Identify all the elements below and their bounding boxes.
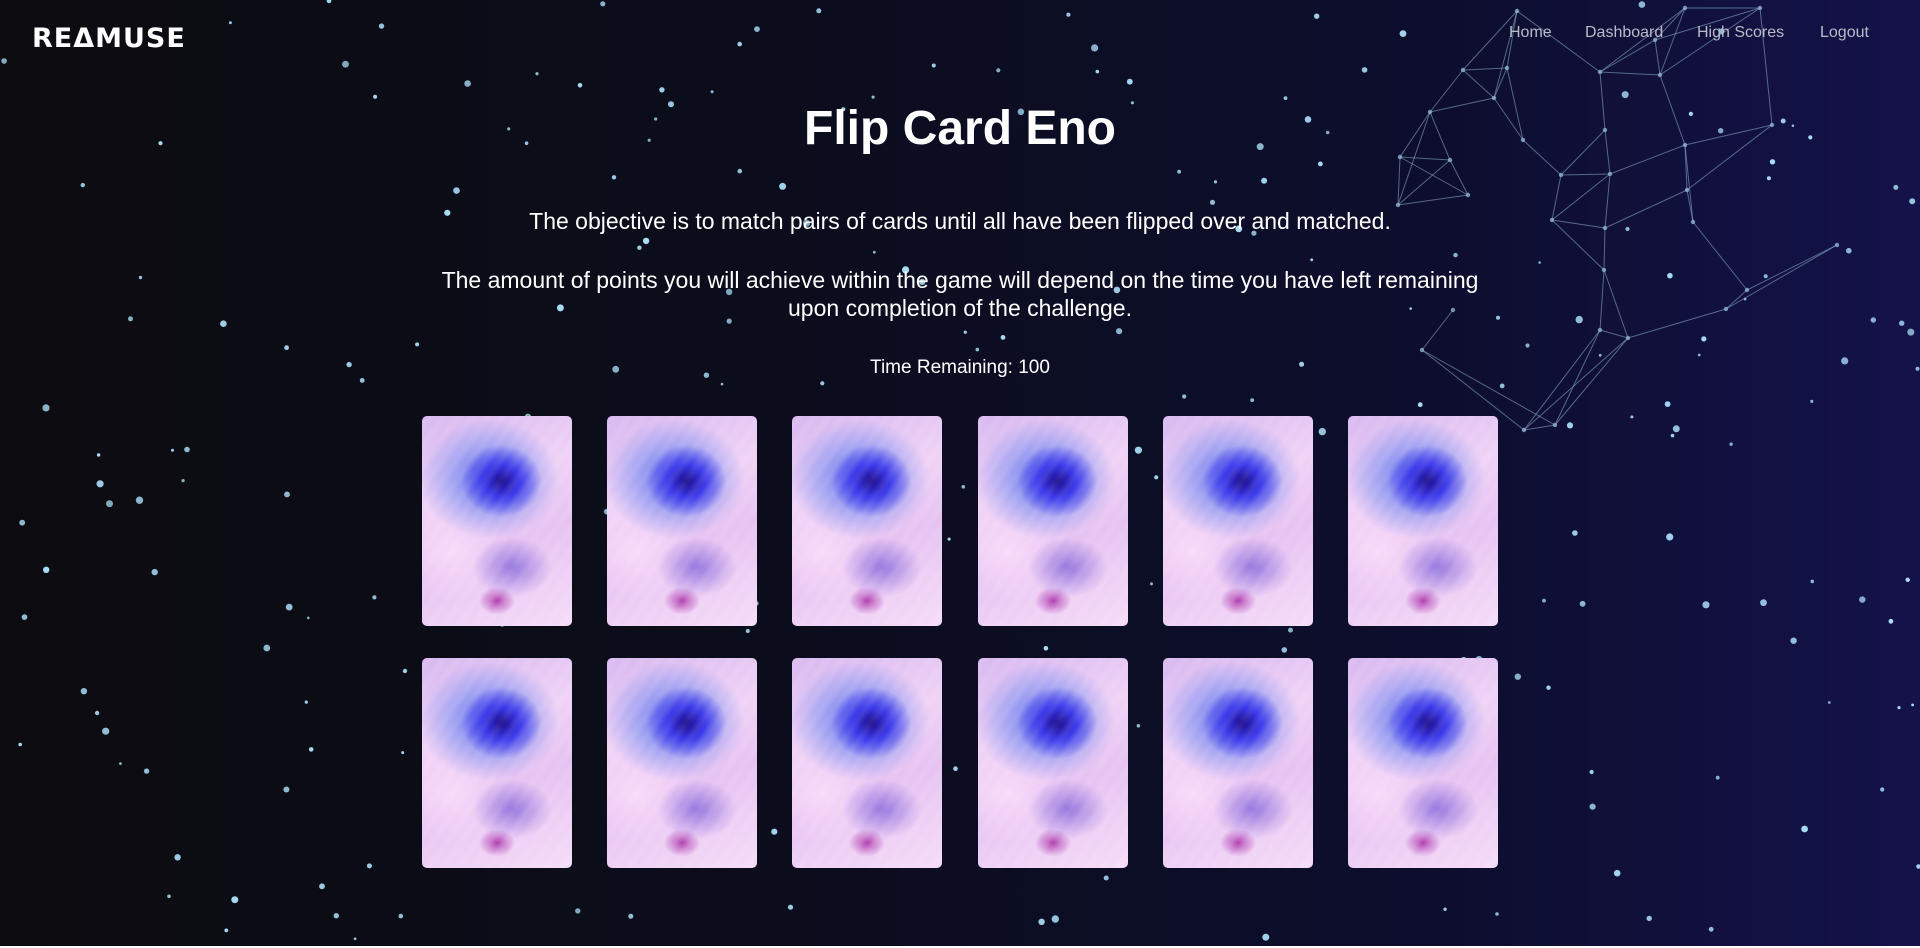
objective-text: The objective is to match pairs of cards… [529, 208, 1391, 234]
nav-logout-link[interactable]: Logout [1820, 24, 1869, 42]
card-back-r2c4[interactable] [978, 658, 1128, 868]
nav-home-link[interactable]: Home [1509, 24, 1552, 42]
card-back-r1c3[interactable] [792, 416, 942, 626]
card-back-r1c6[interactable] [1348, 416, 1498, 626]
card-back-r1c2[interactable] [607, 416, 757, 626]
card-back-r2c1[interactable] [422, 658, 572, 868]
points-text-line-2: upon completion of the challenge. [788, 295, 1132, 321]
card-grid [422, 416, 1498, 868]
card-back-r2c5[interactable] [1163, 658, 1313, 868]
nav-high-scores-link[interactable]: High Scores [1697, 24, 1784, 42]
timer-value: 100 [1018, 357, 1050, 378]
points-text-line-1: The amount of points you will achieve wi… [441, 267, 1479, 293]
timer: Time Remaining: 100 [0, 357, 1920, 379]
timer-label: Time Remaining: [870, 357, 1019, 378]
page-title: Flip Card Eno [804, 102, 1116, 155]
card-back-r2c6[interactable] [1348, 658, 1498, 868]
points-text: The amount of points you will achieve wi… [0, 266, 1920, 322]
top-nav: Home Dashboard High Scores Logout [0, 24, 1920, 48]
card-back-r2c2[interactable] [607, 658, 757, 868]
nav-dashboard-link[interactable]: Dashboard [1585, 24, 1663, 42]
game-page: REΔMUSE Home Dashboard High Scores Logou… [0, 0, 1920, 946]
card-back-r1c1[interactable] [422, 416, 572, 626]
card-back-r1c5[interactable] [1163, 416, 1313, 626]
card-back-r2c3[interactable] [792, 658, 942, 868]
card-back-r1c4[interactable] [978, 416, 1128, 626]
